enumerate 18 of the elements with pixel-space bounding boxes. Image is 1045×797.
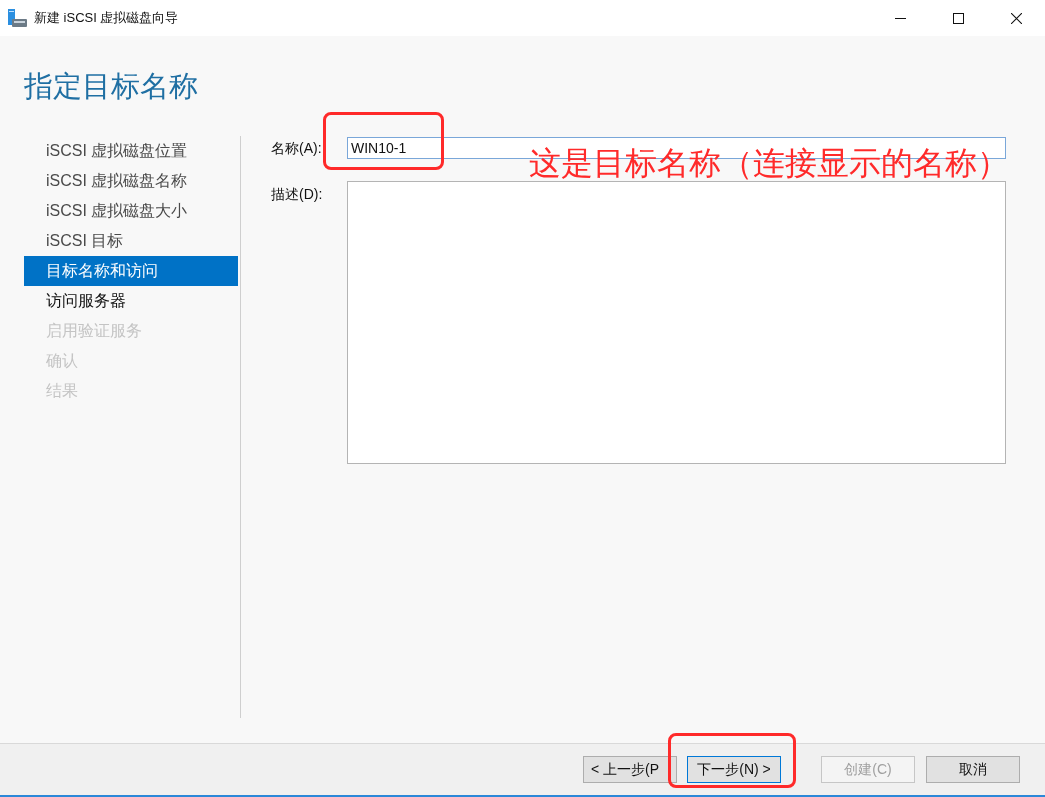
wizard-step[interactable]: 访问服务器 bbox=[24, 286, 238, 316]
wizard-step[interactable]: iSCSI 虚拟磁盘名称 bbox=[24, 166, 238, 196]
field-label: 描述(D): bbox=[271, 185, 323, 204]
wizard-button[interactable]: 下一步(N) > bbox=[687, 756, 781, 783]
wizard-step[interactable]: iSCSI 虚拟磁盘位置 bbox=[24, 136, 238, 166]
maximize-icon bbox=[952, 12, 964, 24]
wizard-button[interactable]: < 上一步(P bbox=[583, 756, 677, 783]
close-icon bbox=[1010, 12, 1022, 24]
wizard-button[interactable]: 取消 bbox=[926, 756, 1020, 783]
page-heading: 指定目标名称 bbox=[24, 69, 198, 104]
field-label: 名称(A): bbox=[271, 138, 322, 158]
minimize-icon bbox=[894, 17, 906, 19]
server-disk-icon bbox=[8, 8, 27, 28]
wizard-step[interactable]: iSCSI 虚拟磁盘大小 bbox=[24, 196, 238, 226]
wizard-step[interactable]: 目标名称和访问 bbox=[24, 256, 238, 286]
wizard-step[interactable]: iSCSI 目标 bbox=[24, 226, 238, 256]
description-field[interactable] bbox=[347, 181, 1006, 464]
window-title: 新建 iSCSI 虚拟磁盘向导 bbox=[34, 9, 179, 28]
